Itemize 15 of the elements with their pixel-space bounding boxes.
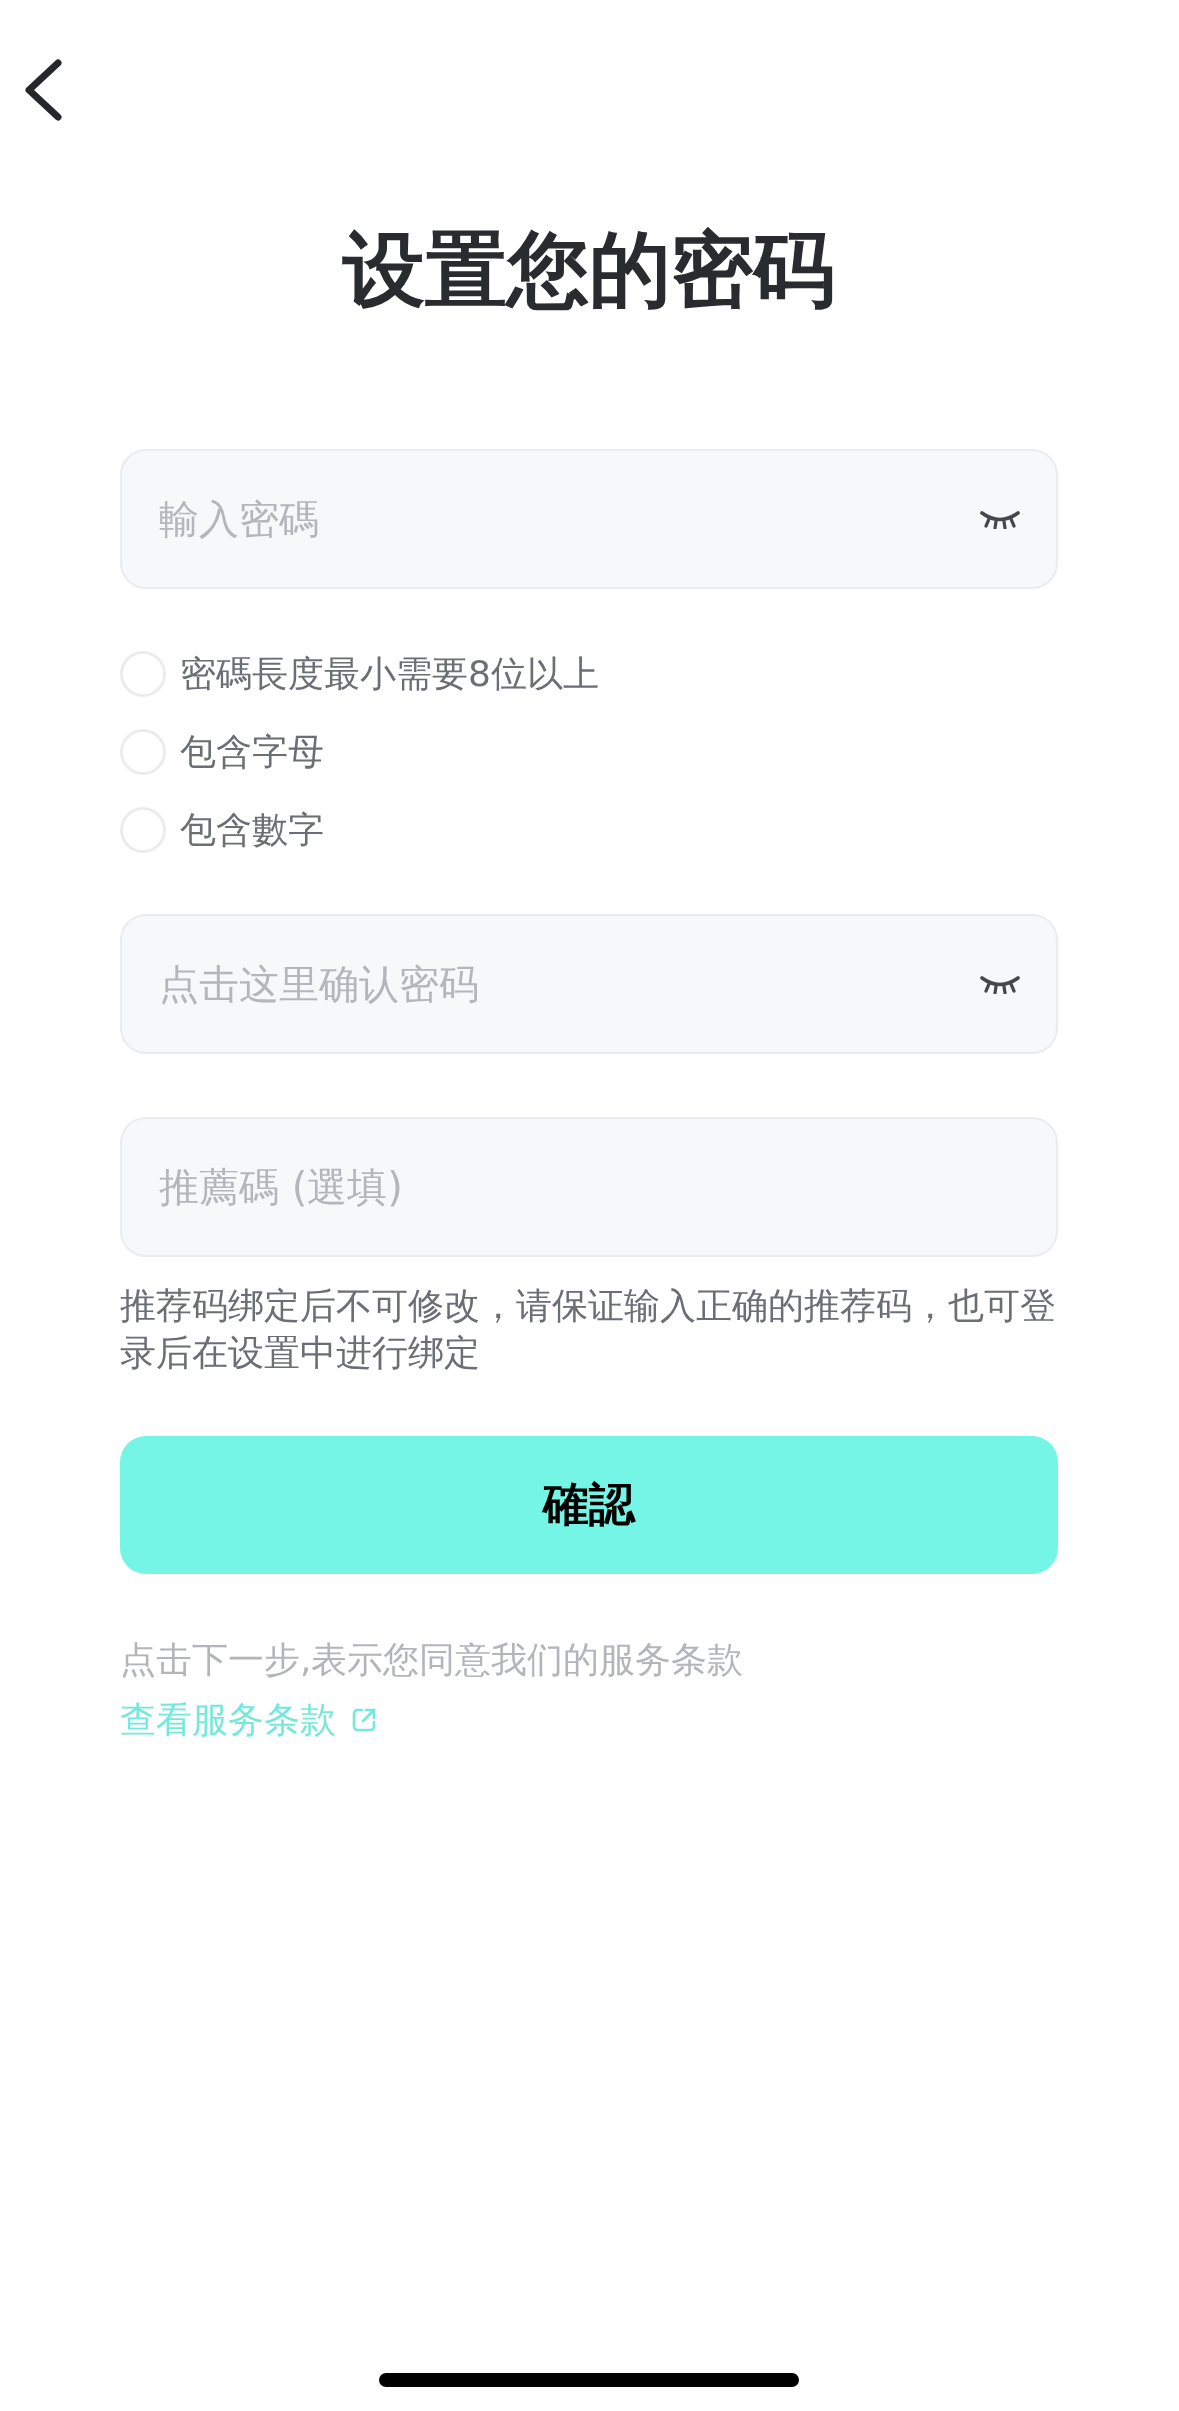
requirement-text: 包含字母 bbox=[180, 730, 324, 774]
terms-notice: 点击下一步,表示您同意我们的服务条款 bbox=[120, 1638, 745, 1682]
back-button[interactable] bbox=[22, 58, 64, 122]
closed-eye-icon[interactable] bbox=[980, 974, 1020, 994]
requirement-text: 密碼長度最小需要8位以上 bbox=[180, 652, 599, 696]
password-field[interactable]: 輸入密碼 bbox=[120, 449, 1058, 589]
external-link-icon bbox=[350, 1706, 378, 1734]
confirm-password-field[interactable]: 点击这里确认密码 bbox=[120, 914, 1058, 1054]
page-title: 设置您的密码 bbox=[341, 221, 836, 319]
referral-code-field[interactable]: 推薦碼 (選填) bbox=[120, 1117, 1058, 1257]
requirement-text: 包含數字 bbox=[180, 808, 324, 852]
chevron-left-icon bbox=[23, 59, 63, 121]
confirm-button[interactable]: 確認 bbox=[120, 1436, 1058, 1574]
closed-eye-icon[interactable] bbox=[980, 509, 1020, 529]
referral-note: 推荐码绑定后不可修改，请保证输入正确的推荐码，也可登录后在设置中进行绑定 bbox=[120, 1284, 1057, 1375]
